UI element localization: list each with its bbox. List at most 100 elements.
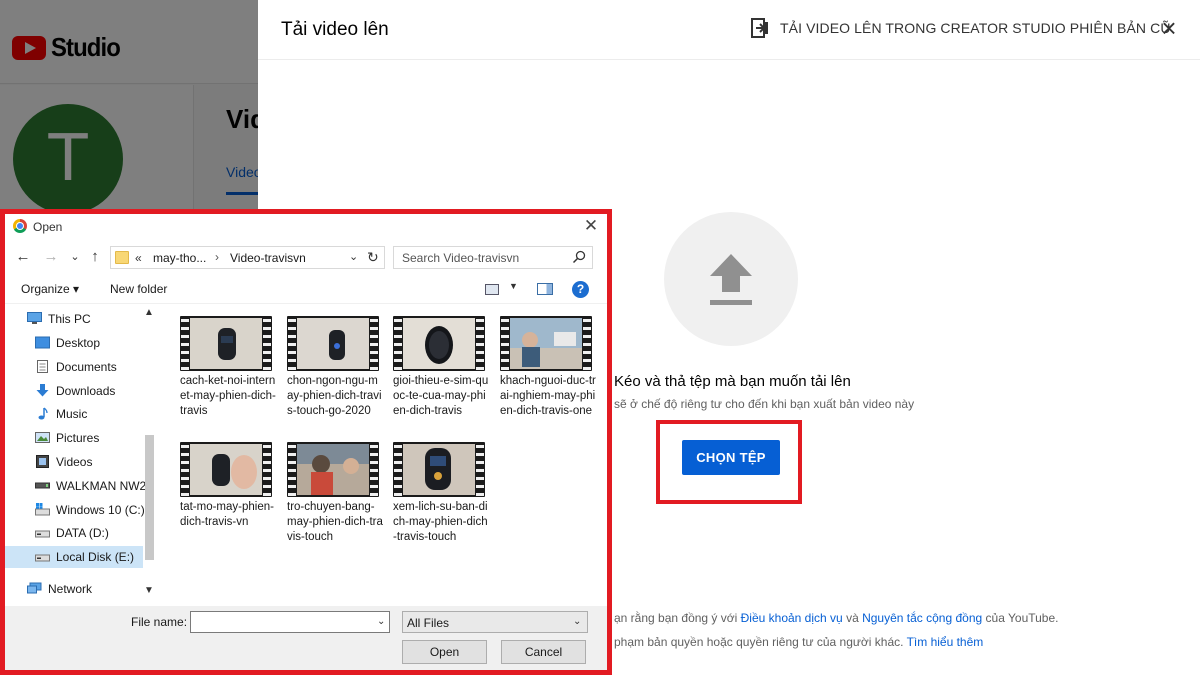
- file-name-label: tat-mo-may-phien-dich-travis-vn: [180, 501, 274, 528]
- nav-item-pictures[interactable]: Pictures: [5, 427, 143, 449]
- address-bar[interactable]: « may-tho... › Video-travisvn ⌄ ↻: [110, 246, 385, 269]
- file-name-label: khach-nguoi-duc-trai-nghiem-may-phien-di…: [500, 375, 596, 417]
- file-type-select[interactable]: All Files ⌄: [402, 611, 588, 633]
- nav-item-label: Videos: [56, 455, 93, 469]
- video-file-item[interactable]: xem-lich-su-ban-dich-may-phien-dich-trav…: [378, 436, 488, 562]
- legacy-studio-icon[interactable]: [750, 16, 770, 40]
- music-icon: [38, 407, 48, 420]
- video-file-item[interactable]: cach-ket-noi-internet-may-phien-dich-tra…: [165, 310, 276, 436]
- video-thumbnail: [393, 316, 485, 371]
- nav-item-data-d[interactable]: DATA (D:): [5, 522, 143, 544]
- legacy-studio-link[interactable]: TẢI VIDEO LÊN TRONG CREATOR STUDIO PHIÊN…: [780, 20, 1171, 36]
- usb-drive-icon: [35, 482, 50, 489]
- video-file-item[interactable]: khach-nguoi-duc-trai-nghiem-may-phien-di…: [485, 310, 596, 436]
- upload-drop-zone[interactable]: [664, 212, 798, 346]
- open-dialog-titlebar[interactable]: Open ✕: [5, 214, 607, 239]
- forward-arrow-icon[interactable]: →: [41, 246, 61, 268]
- navigation-scrollbar[interactable]: ▲ ▼: [142, 305, 157, 605]
- nav-item-windows-c[interactable]: Windows 10 (C:): [5, 499, 145, 521]
- nav-item-downloads[interactable]: Downloads: [5, 380, 143, 402]
- search-icon[interactable]: [572, 250, 586, 264]
- learn-more-link[interactable]: Tìm hiểu thêm: [907, 635, 984, 649]
- breadcrumb-item-current[interactable]: Video-travisvn: [230, 251, 306, 265]
- nav-item-local-disk-e[interactable]: Local Disk (E:): [5, 546, 143, 568]
- nav-item-label: WALKMAN NW2: [56, 479, 147, 493]
- file-name-input[interactable]: [191, 612, 371, 632]
- scrollbar-thumb[interactable]: [145, 435, 154, 560]
- terms-prefix: ạn rằng bạn đồng ý với: [614, 611, 738, 625]
- nav-item-documents[interactable]: Documents: [5, 356, 143, 378]
- video-thumbnail: [500, 316, 592, 371]
- community-guidelines-link[interactable]: Nguyên tắc cộng đồng: [862, 611, 982, 625]
- file-name-label: gioi-thieu-e-sim-quoc-te-cua-may-phien-d…: [393, 375, 489, 417]
- video-thumbnail-image: [190, 318, 262, 369]
- pictures-icon: [35, 432, 50, 443]
- file-type-value: All Files: [407, 616, 450, 630]
- view-dropdown-icon[interactable]: ▼: [509, 281, 518, 291]
- video-thumbnail-image: [297, 318, 369, 369]
- nav-item-label: DATA (D:): [56, 526, 109, 540]
- upload-dialog-title: Tải video lên: [281, 19, 389, 40]
- cancel-button[interactable]: Cancel: [501, 640, 586, 664]
- nav-item-network[interactable]: Network: [5, 578, 143, 600]
- nav-item-label: Pictures: [56, 431, 100, 445]
- nav-item-label: Local Disk (E:): [56, 550, 135, 564]
- computer-icon: [27, 312, 42, 324]
- up-arrow-icon[interactable]: ↑: [85, 246, 105, 268]
- file-name-label: File name:: [131, 615, 188, 629]
- view-options-icon[interactable]: [485, 284, 499, 295]
- nav-item-label: This PC: [48, 312, 91, 326]
- video-thumbnail: [287, 442, 379, 497]
- nav-item-label: Desktop: [56, 336, 101, 350]
- open-button[interactable]: Open: [402, 640, 487, 664]
- chevron-down-icon[interactable]: ⌄: [349, 250, 358, 263]
- scroll-up-icon[interactable]: ▲: [144, 307, 154, 318]
- windows-drive-icon: [35, 503, 50, 516]
- video-file-item[interactable]: chon-ngon-ngu-may-phien-dich-travis-touc…: [272, 310, 382, 436]
- preview-pane-icon[interactable]: [537, 283, 553, 295]
- search-input[interactable]: [394, 247, 572, 268]
- nav-item-walkman[interactable]: WALKMAN NW2: [5, 475, 147, 497]
- organize-button[interactable]: Organize ▾: [21, 282, 79, 296]
- chevron-down-icon[interactable]: ⌄: [377, 616, 385, 627]
- terms-notice: ạn rằng bạn đồng ý với Điều khoản dịch v…: [614, 611, 1059, 625]
- nav-item-videos[interactable]: Videos: [5, 451, 143, 473]
- scroll-down-icon[interactable]: ▼: [144, 585, 154, 596]
- video-thumbnail-image: [403, 318, 475, 369]
- copyright-notice: phạm bản quyền hoặc quyền riêng tư của n…: [614, 635, 983, 649]
- video-thumbnail: [393, 442, 485, 497]
- refresh-icon[interactable]: ↻: [367, 249, 379, 266]
- video-thumbnail: [287, 316, 379, 371]
- file-list: cach-ket-noi-internet-may-phien-dich-tra…: [165, 310, 605, 600]
- nav-item-label: Windows 10 (C:): [56, 503, 145, 517]
- drive-icon: [35, 554, 50, 562]
- video-file-item[interactable]: gioi-thieu-e-sim-quoc-te-cua-may-phien-d…: [378, 310, 488, 436]
- terms-and: và: [846, 611, 859, 625]
- close-icon[interactable]: ×: [1157, 15, 1181, 41]
- close-icon[interactable]: ✕: [581, 216, 601, 236]
- back-arrow-icon[interactable]: ←: [13, 246, 33, 268]
- nav-item-label: Music: [56, 407, 88, 421]
- desktop-folder-icon: [35, 336, 50, 349]
- recent-locations-chevron-icon[interactable]: ⌄: [65, 246, 85, 268]
- terms-suffix: của YouTube.: [985, 611, 1059, 625]
- choose-file-button[interactable]: CHỌN TỆP: [682, 440, 780, 475]
- help-icon[interactable]: ?: [572, 281, 589, 298]
- new-folder-button[interactable]: New folder: [110, 282, 167, 296]
- nav-item-music[interactable]: Music: [5, 403, 143, 425]
- file-name-label: chon-ngon-ngu-may-phien-dich-travis-touc…: [287, 375, 382, 417]
- video-file-item[interactable]: tro-chuyen-bang-may-phien-dich-travis-to…: [272, 436, 383, 562]
- terms-of-service-link[interactable]: Điều khoản dịch vụ: [741, 611, 843, 625]
- copyright-text: phạm bản quyền hoặc quyền riêng tư của n…: [614, 635, 904, 649]
- file-name-combobox: ⌄: [190, 611, 390, 633]
- navigation-pane: This PC Desktop Documents Downloads Musi…: [5, 305, 157, 605]
- breadcrumb-overflow[interactable]: «: [135, 251, 142, 265]
- nav-item-desktop[interactable]: Desktop: [5, 332, 143, 354]
- breadcrumb-item[interactable]: may-tho...: [153, 251, 206, 265]
- drag-drop-text: Kéo và thả tệp mà bạn muốn tải lên: [614, 373, 851, 390]
- video-thumbnail-image: [403, 444, 475, 495]
- open-file-dialog: Open ✕ ← → ⌄ ↑ « may-tho... › Video-trav…: [5, 214, 607, 670]
- video-file-item[interactable]: tat-mo-may-phien-dich-travis-vn: [165, 436, 274, 562]
- nav-item-this-pc[interactable]: This PC: [5, 308, 143, 330]
- chevron-down-icon: ⌄: [573, 616, 582, 627]
